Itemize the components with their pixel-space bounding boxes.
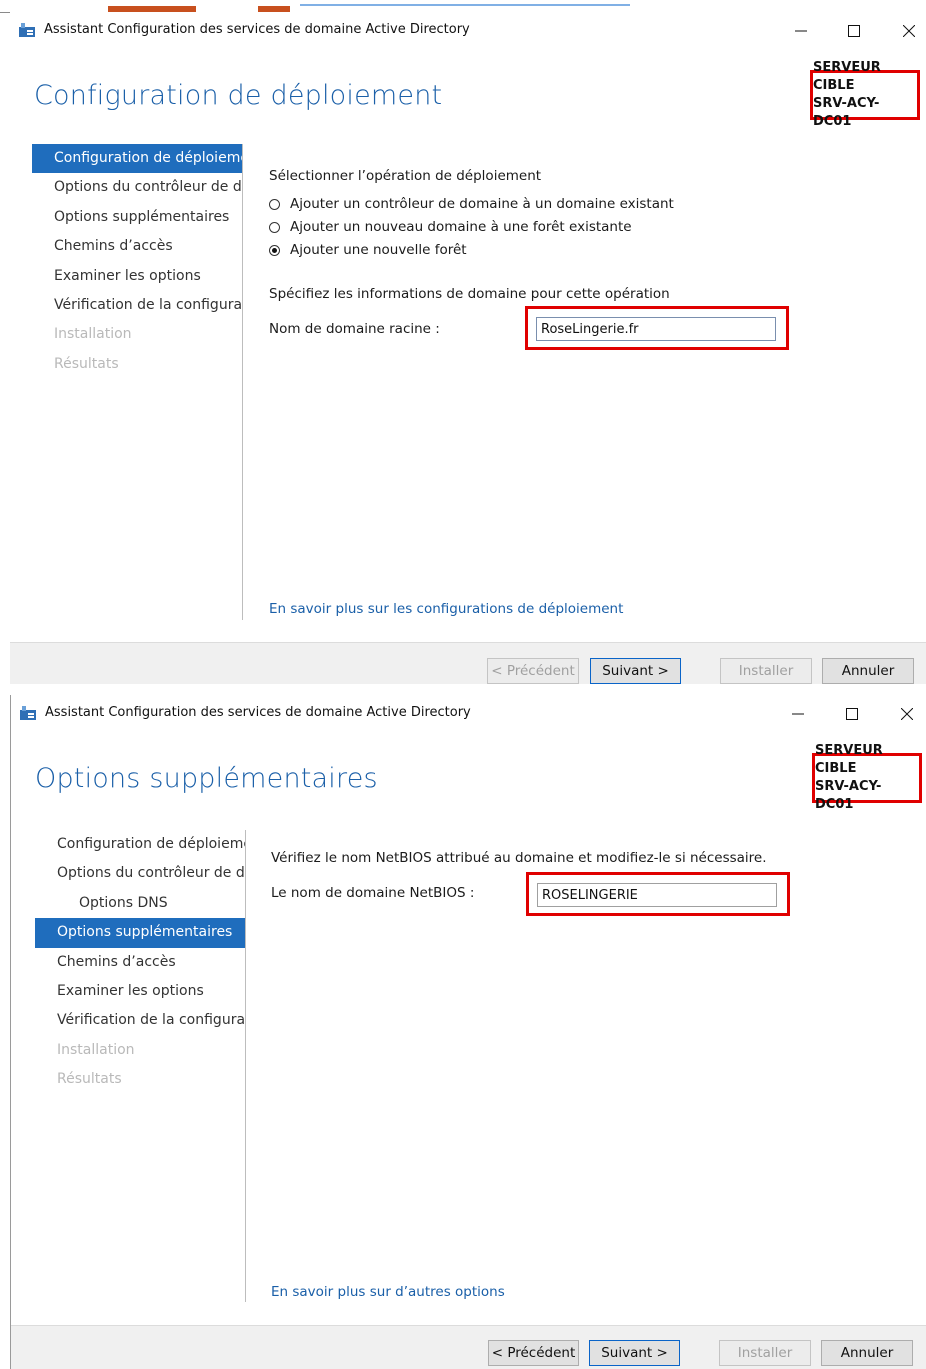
minimize-icon — [795, 30, 807, 32]
target-server-name: SRV-ACY-DC01 — [815, 779, 882, 812]
minimize-button[interactable] — [778, 16, 824, 46]
title-bar[interactable]: Assistant Configuration des services de … — [10, 12, 926, 50]
radio-label: Ajouter un nouveau domaine à une forêt e… — [290, 219, 632, 235]
page-title: Options supplémentaires — [35, 763, 378, 794]
close-button[interactable] — [886, 16, 926, 46]
netbios-instruction: Vérifiez le nom NetBIOS attribué au doma… — [271, 850, 767, 866]
next-button[interactable]: Suivant > — [589, 1340, 680, 1366]
radio-add-domain-existing-forest[interactable]: Ajouter un nouveau domaine à une forêt e… — [269, 219, 632, 235]
nav-item-deployment-configuration[interactable]: Configuration de déploiement — [32, 144, 242, 174]
radio-button[interactable] — [269, 221, 280, 233]
nav-item-installation: Installation — [57, 1041, 135, 1058]
window-title: Assistant Configuration des services de … — [45, 705, 471, 720]
radio-button-selected[interactable] — [269, 244, 280, 256]
nav-item-dns-options[interactable]: Options DNS — [35, 889, 245, 918]
title-bar[interactable]: Assistant Configuration des services de … — [11, 695, 926, 733]
nav-item-review-options[interactable]: Examiner les options — [35, 977, 245, 1006]
minimize-button[interactable] — [775, 699, 821, 729]
wizard-footer: < Précédent Suivant > Installer Annuler — [11, 1325, 926, 1369]
target-server-box: SERVEUR CIBLE SRV-ACY-DC01 — [810, 60, 920, 129]
install-button: Installer — [720, 658, 812, 684]
nav-item-dc-options[interactable]: Options du contrôleur de domaine — [32, 173, 242, 202]
maximize-icon — [848, 25, 860, 37]
radio-add-new-forest[interactable]: Ajouter une nouvelle forêt — [269, 242, 467, 258]
previous-button: < Précédent — [487, 658, 579, 684]
nav-item-paths[interactable]: Chemins d’accès — [32, 232, 242, 261]
root-domain-input[interactable] — [536, 317, 776, 341]
highlight-box — [525, 306, 789, 350]
target-server-box: SERVEUR CIBLE SRV-ACY-DC01 — [812, 743, 922, 812]
nav-item-prerequisites-check[interactable]: Vérification de la configuration — [32, 291, 242, 320]
nav-item-installation: Installation — [54, 326, 132, 343]
domain-info-label: Spécifiez les informations de domaine po… — [269, 286, 670, 302]
server-manager-icon — [20, 706, 36, 720]
maximize-button[interactable] — [829, 699, 875, 729]
close-icon — [901, 708, 913, 720]
radio-add-dc-existing-domain[interactable]: Ajouter un contrôleur de domaine à un do… — [269, 196, 674, 212]
radio-button[interactable] — [269, 198, 280, 210]
wizard-dialog-deployment-configuration: Assistant Configuration des services de … — [10, 12, 926, 684]
nav-item-results: Résultats — [57, 1071, 122, 1088]
previous-button[interactable]: < Précédent — [488, 1340, 579, 1366]
server-manager-icon — [19, 23, 35, 37]
nav-item-results: Résultats — [54, 355, 119, 372]
window-title: Assistant Configuration des services de … — [44, 22, 470, 37]
target-server-label: SERVEUR CIBLE — [813, 60, 881, 93]
minimize-icon — [792, 713, 804, 715]
next-button[interactable]: Suivant > — [590, 658, 681, 684]
maximize-icon — [846, 708, 858, 720]
page-title: Configuration de déploiement — [34, 80, 443, 111]
cancel-button[interactable]: Annuler — [822, 658, 914, 684]
nav-item-review-options[interactable]: Examiner les options — [32, 262, 242, 291]
wizard-navigation: Configuration de déploiement Options du … — [35, 830, 246, 1302]
wizard-navigation: Configuration de déploiement Options du … — [32, 144, 243, 620]
netbios-name-input[interactable] — [537, 883, 777, 907]
target-server-name: SRV-ACY-DC01 — [813, 96, 880, 129]
root-domain-label: Nom de domaine racine : — [269, 321, 440, 337]
nav-item-additional-options[interactable]: Options supplémentaires — [32, 203, 242, 232]
close-icon — [903, 25, 915, 37]
nav-item-prerequisites-check[interactable]: Vérification de la configuration — [35, 1006, 245, 1035]
radio-label: Ajouter un contrôleur de domaine à un do… — [290, 196, 674, 212]
radio-label: Ajouter une nouvelle forêt — [290, 242, 467, 258]
highlight-box — [526, 872, 790, 916]
wizard-dialog-additional-options: Assistant Configuration des services de … — [10, 695, 926, 1369]
learn-more-link[interactable]: En savoir plus sur les configurations de… — [269, 601, 623, 617]
background-text-fragment — [300, 4, 630, 6]
nav-item-dc-options[interactable]: Options du contrôleur de domaine — [35, 859, 245, 888]
nav-item-deployment-configuration[interactable]: Configuration de déploiement — [35, 830, 245, 859]
netbios-label: Le nom de domaine NetBIOS : — [271, 885, 475, 901]
close-button[interactable] — [884, 699, 926, 729]
wizard-footer: < Précédent Suivant > Installer Annuler — [10, 642, 926, 684]
nav-item-paths[interactable]: Chemins d’accès — [35, 948, 245, 977]
target-server-label: SERVEUR CIBLE — [815, 743, 883, 776]
learn-more-link[interactable]: En savoir plus sur d’autres options — [271, 1284, 505, 1300]
select-operation-label: Sélectionner l’opération de déploiement — [269, 168, 542, 184]
cancel-button[interactable]: Annuler — [821, 1340, 913, 1366]
nav-item-additional-options[interactable]: Options supplémentaires — [35, 918, 245, 948]
install-button: Installer — [719, 1340, 811, 1366]
maximize-button[interactable] — [831, 16, 877, 46]
